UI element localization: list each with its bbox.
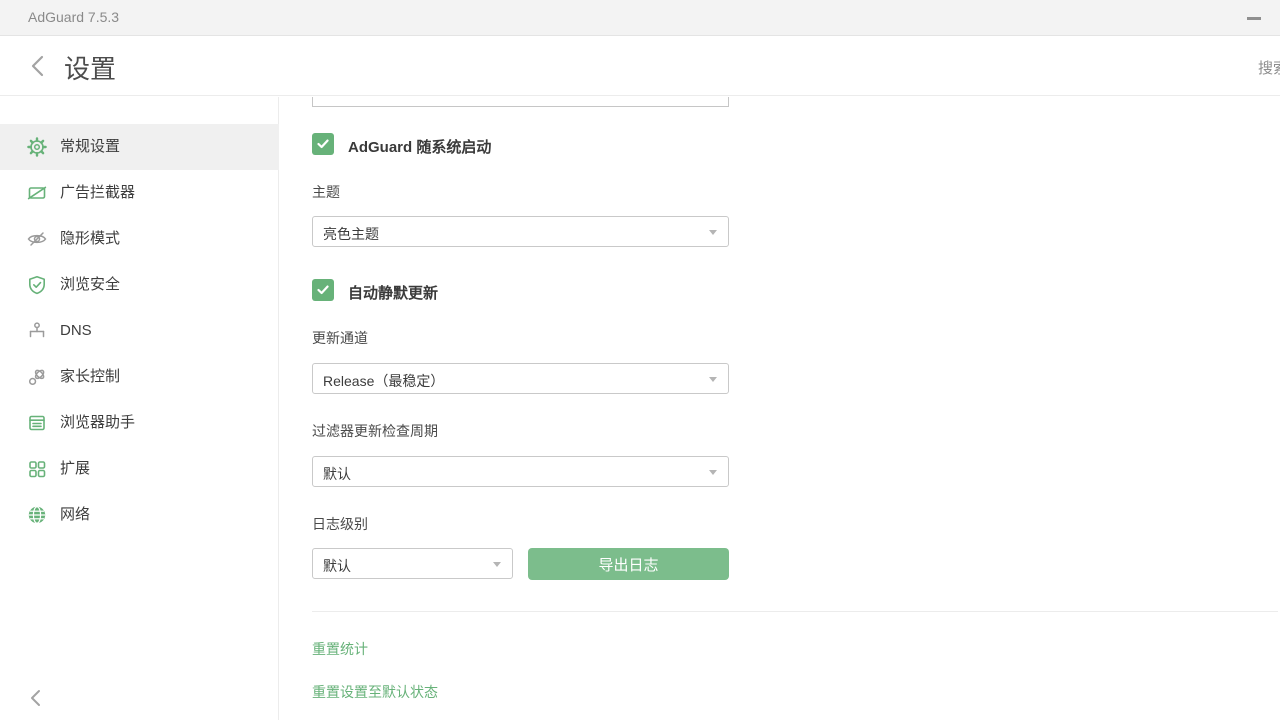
theme-label: 主题 xyxy=(312,182,340,202)
globe-icon xyxy=(26,504,48,526)
sidebar: 常规设置 广告拦截器 隐形模式 浏览安全 xyxy=(0,97,279,720)
dns-icon xyxy=(26,320,48,342)
extensions-icon xyxy=(26,458,48,480)
minimize-button[interactable] xyxy=(1234,0,1280,36)
chevron-left-icon xyxy=(24,685,50,711)
filter-update-interval-label: 过滤器更新检查周期 xyxy=(312,421,438,441)
filter-update-interval-select-value: 默认 xyxy=(323,464,351,484)
sidebar-item-label: 隐形模式 xyxy=(60,229,120,249)
shield-check-icon xyxy=(26,274,48,296)
chevron-down-icon xyxy=(709,470,717,475)
sidebar-item-label: 家长控制 xyxy=(60,367,120,387)
header: 设置 搜索 xyxy=(0,37,1280,96)
titlebar: AdGuard 7.5.3 xyxy=(0,0,1280,36)
launch-at-startup-checkbox[interactable] xyxy=(312,133,334,155)
sidebar-item-extensions[interactable]: 扩展 xyxy=(0,446,279,492)
update-channel-select[interactable]: Release（最稳定） xyxy=(312,363,729,394)
page-title: 设置 xyxy=(64,49,116,86)
back-button[interactable] xyxy=(26,53,52,79)
log-level-select-value: 默认 xyxy=(323,556,351,576)
sidebar-item-label: DNS xyxy=(60,321,92,341)
sidebar-item-label: 广告拦截器 xyxy=(60,183,135,203)
sidebar-item-parental-control[interactable]: 家长控制 xyxy=(0,354,279,400)
gear-icon xyxy=(26,136,48,158)
sidebar-item-label: 常规设置 xyxy=(60,137,120,157)
chevron-down-icon xyxy=(709,377,717,382)
sidebar-item-browser-assistant[interactable]: 浏览器助手 xyxy=(0,400,279,446)
sidebar-item-label: 扩展 xyxy=(60,459,90,479)
chevron-down-icon xyxy=(709,230,717,235)
browser-icon xyxy=(26,412,48,434)
auto-silent-update-label: 自动静默更新 xyxy=(348,282,438,303)
search-link[interactable]: 搜索 xyxy=(1258,57,1280,78)
sidebar-item-label: 网络 xyxy=(60,505,90,525)
reset-settings-link[interactable]: 重置设置至默认状态 xyxy=(312,682,438,702)
check-icon xyxy=(317,285,329,295)
window-title: AdGuard 7.5.3 xyxy=(28,9,119,25)
sidebar-item-stealth-mode[interactable]: 隐形模式 xyxy=(0,216,279,262)
sidebar-item-browsing-security[interactable]: 浏览安全 xyxy=(0,262,279,308)
stealth-eye-icon xyxy=(26,228,48,250)
update-channel-select-value: Release（最稳定） xyxy=(323,371,444,391)
log-level-select[interactable]: 默认 xyxy=(312,548,513,579)
pacifier-icon xyxy=(26,366,48,388)
sidebar-item-general-settings[interactable]: 常规设置 xyxy=(0,124,279,170)
clipped-dropdown[interactable] xyxy=(312,97,729,107)
launch-at-startup-label: AdGuard 随系统启动 xyxy=(348,136,491,157)
update-channel-label: 更新通道 xyxy=(312,328,368,348)
theme-select[interactable]: 亮色主题 xyxy=(312,216,729,247)
reset-statistics-link[interactable]: 重置统计 xyxy=(312,639,368,659)
sidebar-item-label: 浏览器助手 xyxy=(60,413,135,433)
sidebar-item-ad-blocker[interactable]: 广告拦截器 xyxy=(0,170,279,216)
adblocker-icon xyxy=(26,182,48,204)
check-icon xyxy=(317,139,329,149)
filter-update-interval-select[interactable]: 默认 xyxy=(312,456,729,487)
section-divider xyxy=(312,611,1278,612)
log-level-label: 日志级别 xyxy=(312,514,368,534)
chevron-down-icon xyxy=(493,562,501,567)
sidebar-item-label: 浏览安全 xyxy=(60,275,120,295)
theme-select-value: 亮色主题 xyxy=(323,224,379,244)
auto-silent-update-checkbox[interactable] xyxy=(312,279,334,301)
export-logs-button[interactable]: 导出日志 xyxy=(528,548,729,580)
sidebar-item-dns[interactable]: DNS xyxy=(0,308,279,354)
collapse-sidebar-button[interactable] xyxy=(24,685,50,711)
sidebar-item-network[interactable]: 网络 xyxy=(0,492,279,538)
minimize-icon xyxy=(1247,17,1261,20)
chevron-left-icon xyxy=(26,53,52,79)
